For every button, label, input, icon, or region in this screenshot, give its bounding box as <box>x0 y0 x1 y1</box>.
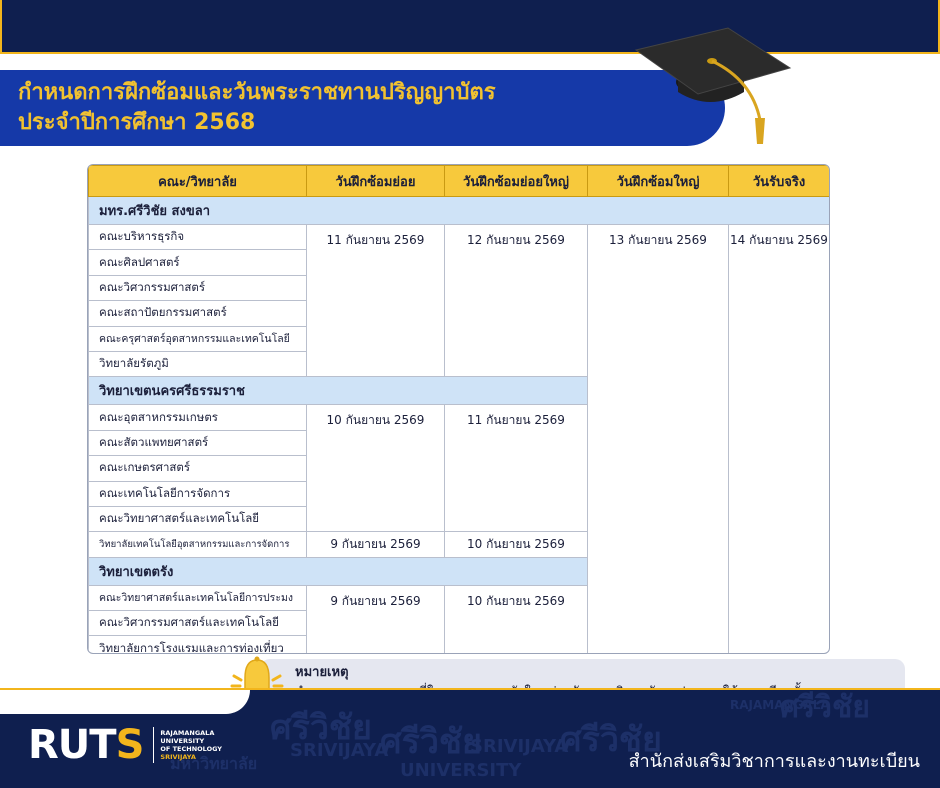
logo-text: RUTS <box>28 722 144 768</box>
faculty-name: วิทยาลัยการโรงแรมและการท่องเที่ยว <box>88 635 307 653</box>
footer-bg-word: SRIVIJAYA <box>470 736 569 757</box>
header-sub-rehearsal: วันฝึกซ้อมย่อย <box>306 165 445 197</box>
faculty-name: คณะศิลปศาสตร์ <box>88 249 307 276</box>
faculty-name: คณะวิศวกรรมศาสตร์และเทคโนโลยี <box>88 610 307 637</box>
graduation-cap-icon <box>634 27 792 144</box>
faculty-name: วิทยาลัยเทคโนโลยีอุตสาหกรรมและการจัดการ <box>88 531 307 558</box>
sub-rehearsal-date: 11 กันยายน 2569 <box>306 223 445 378</box>
faculty-name: คณะบริหารธุรกิจ <box>88 223 307 251</box>
major-sub-rehearsal-date: 10 กันยายน 2569 <box>444 531 588 558</box>
faculty-name: คณะเทคโนโลยีการจัดการ <box>88 480 307 507</box>
faculty-name: คณะวิศวกรรมศาสตร์ <box>88 274 307 302</box>
top-bar <box>0 0 940 54</box>
sub-rehearsal-date: 10 กันยายน 2569 <box>306 404 445 533</box>
title-banner: กำหนดการฝึกซ้อมและวันพระราชทานปริญญาบัตร… <box>0 70 725 146</box>
page-title-line1: กำหนดการฝึกซ้อมและวันพระราชทานปริญญาบัตร <box>18 80 496 105</box>
footer-bg-word: UNIVERSITY <box>400 760 522 781</box>
header-full-rehearsal: วันฝึกซ้อมใหญ่ <box>587 165 729 197</box>
faculty-name: คณะวิทยาศาสตร์และเทคโนโลยี <box>88 505 307 533</box>
faculty-name: คณะสถาปัตยกรรมศาสตร์ <box>88 300 307 327</box>
campus-row: มทร.ศรีวิชัย สงขลา <box>88 196 829 225</box>
faculty-name: คณะอุตสาหกรรมเกษตร <box>88 404 307 431</box>
sub-rehearsal-date: 9 กันยายน 2569 <box>306 531 445 558</box>
schedule-table: คณะ/วิทยาลัย วันฝึกซ้อมย่อย วันฝึกซ้อมย่… <box>87 164 830 654</box>
campus-name: วิทยาเขตนครศรีธรรมราช <box>88 376 588 406</box>
faculty-name: คณะสัตวแพทยศาสตร์ <box>88 429 307 457</box>
table-header-row: คณะ/วิทยาลัย วันฝึกซ้อมย่อย วันฝึกซ้อมย่… <box>88 165 829 197</box>
faculty-name: คณะวิทยาศาสตร์และเทคโนโลยีการประมง <box>88 584 307 612</box>
header-ceremony: วันรับจริง <box>728 165 829 197</box>
major-sub-rehearsal-date: 10 กันยายน 2569 <box>444 584 588 653</box>
ceremony-date: 14 กันยายน 2569 <box>728 224 829 653</box>
major-sub-rehearsal-date: 11 กันยายน 2569 <box>444 404 588 533</box>
full-rehearsal-date: 13 กันยายน 2569 <box>587 224 729 653</box>
campus-name: วิทยาเขตตรัง <box>88 556 588 586</box>
table-row: คณะบริหารธุรกิจ 11 กันยายน 2569 12 กันยา… <box>88 223 829 653</box>
ruts-logo: RUTS RAJAMANGALA UNIVERSITY OF TECHNOLOG… <box>28 720 222 770</box>
sub-rehearsal-date: 9 กันยายน 2569 <box>306 584 445 653</box>
header-major-sub-rehearsal: วันฝึกซ้อมย่อยใหญ่ <box>444 165 588 197</box>
office-name: สำนักส่งเสริมวิชาการและงานทะเบียน <box>628 751 920 772</box>
campus-name: มทร.ศรีวิชัย สงขลา <box>88 196 829 225</box>
logo-subtext: RAJAMANGALA UNIVERSITY OF TECHNOLOGY SRI… <box>160 729 223 761</box>
footer: ศรีวิชัย SRIVIJAYA ศรีวิชัย UNIVERSITY S… <box>0 688 940 788</box>
note-title: หมายเหตุ <box>295 665 349 680</box>
faculty-name: วิทยาลัยรัตภูมิ <box>88 350 307 378</box>
footer-bg-word: ศรีวิชัย <box>780 690 870 725</box>
header-faculty: คณะ/วิทยาลัย <box>88 165 307 197</box>
page-title-line2: ประจำปีการศึกษา 2568 <box>18 110 256 135</box>
faculty-name: คณะครุศาสตร์อุตสาหกรรมและเทคโนโลยี <box>88 325 307 352</box>
faculty-name: คณะเกษตรศาสตร์ <box>88 455 307 482</box>
footer-bg-word: SRIVIJAYA <box>290 740 389 761</box>
major-sub-rehearsal-date: 12 กันยายน 2569 <box>444 223 588 378</box>
